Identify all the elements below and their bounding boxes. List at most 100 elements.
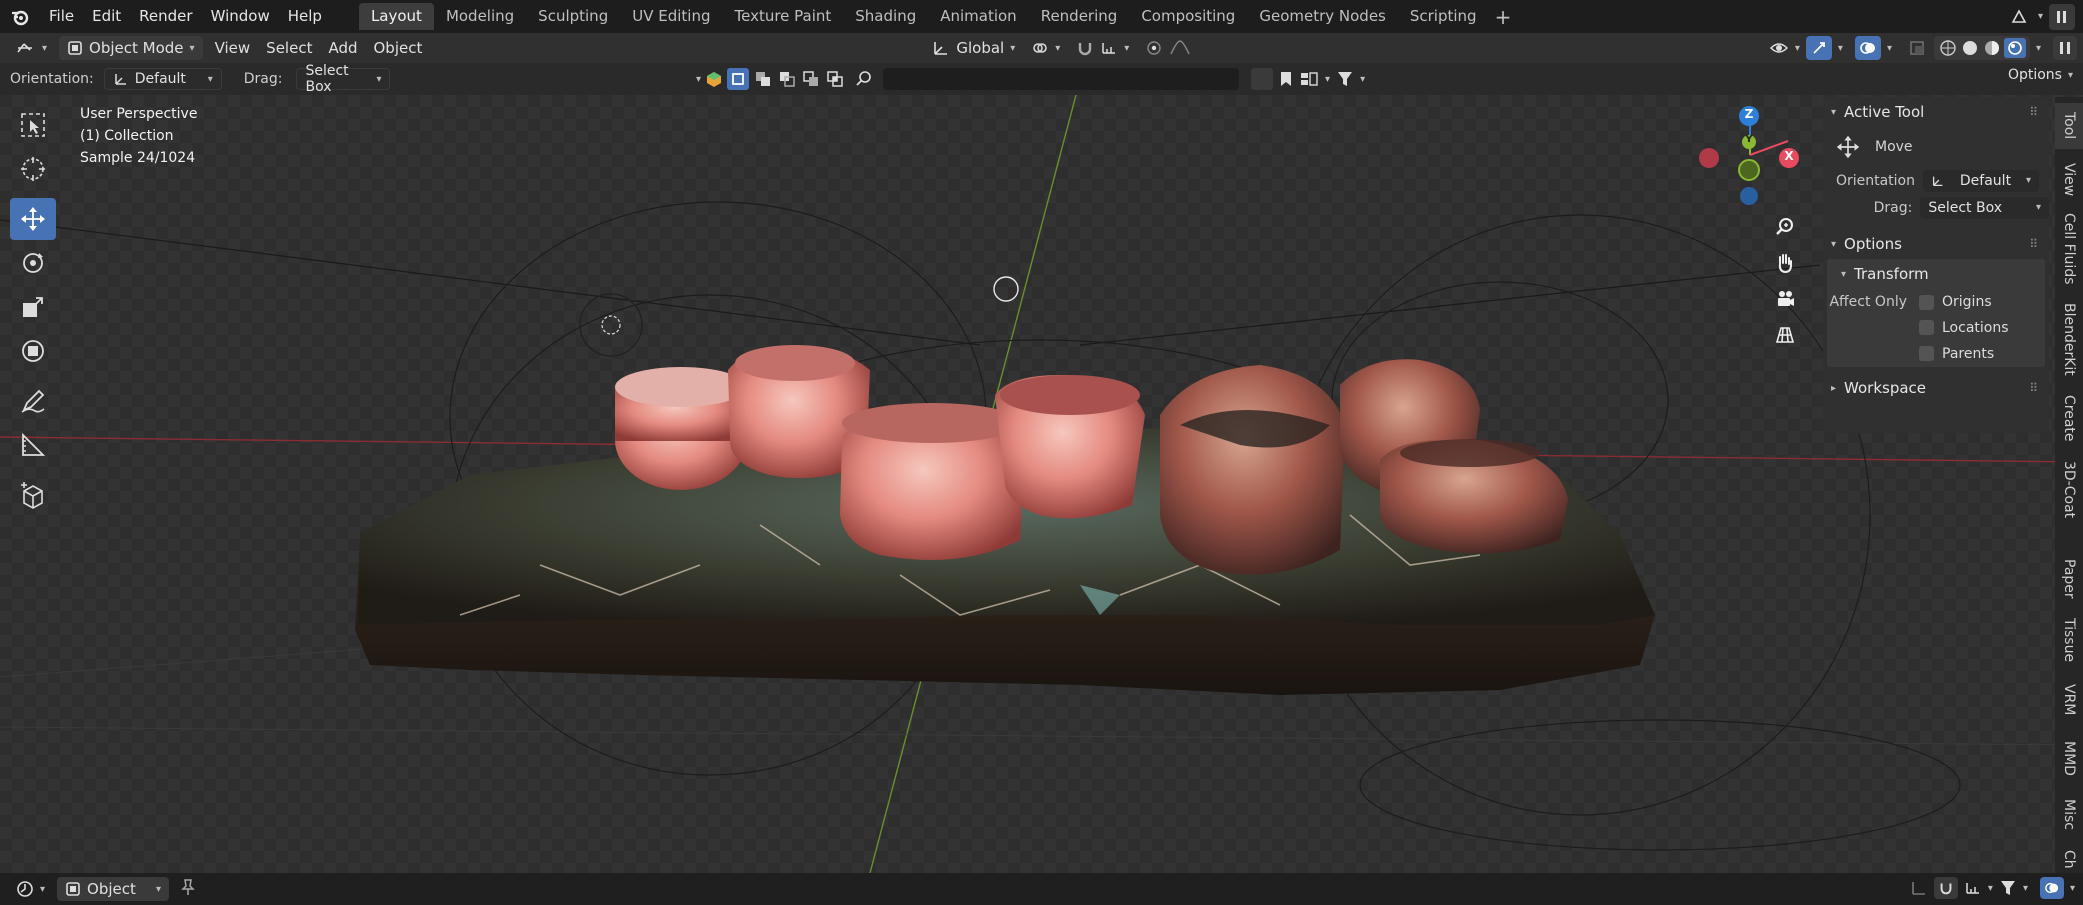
chevron-down-icon[interactable]: ▾ xyxy=(2038,11,2043,22)
menu-help[interactable]: Help xyxy=(279,0,331,33)
statusbar-snap-button[interactable] xyxy=(1933,877,1958,899)
tab-compositing[interactable]: Compositing xyxy=(1129,3,1247,30)
locations-checkbox[interactable] xyxy=(1919,320,1934,335)
workspace-panel-header[interactable]: ▸ Workspace ⠿ xyxy=(1823,373,2049,403)
tab-texture-paint[interactable]: Texture Paint xyxy=(722,3,843,30)
tab-rendering[interactable]: Rendering xyxy=(1029,3,1130,30)
snap-increment-icon[interactable] xyxy=(1964,879,1982,897)
chevron-down-icon[interactable]: ▾ xyxy=(696,74,701,85)
add-cube-tool[interactable] xyxy=(10,474,56,516)
rotate-tool[interactable] xyxy=(10,242,56,284)
material-shading-icon[interactable] xyxy=(1982,38,2002,58)
rendered-shading-button[interactable] xyxy=(2003,38,2026,58)
gizmo-toggle-button[interactable] xyxy=(1805,36,1832,60)
drag-grip-icon[interactable]: ⠿ xyxy=(2029,237,2039,251)
drag-dropdown[interactable]: Select Box ▾ xyxy=(296,63,391,95)
transform-subpanel-header[interactable]: ▾ Transform xyxy=(1827,259,2045,289)
transform-tool[interactable] xyxy=(10,330,56,372)
filter-icon[interactable] xyxy=(1336,70,1354,88)
tab-modeling[interactable]: Modeling xyxy=(434,3,526,30)
editor-type-button[interactable]: ▾ xyxy=(8,877,53,901)
editor-type-button[interactable]: ▾ xyxy=(8,36,55,60)
sidebar-tab-tool[interactable]: Tool xyxy=(2055,103,2083,149)
camera-view-button[interactable] xyxy=(1769,283,1801,315)
search-input[interactable] xyxy=(883,68,1240,90)
wireframe-shading-icon[interactable] xyxy=(1938,38,1958,58)
gizmo-neg-y-axis[interactable] xyxy=(1738,159,1760,181)
tab-scripting[interactable]: Scripting xyxy=(1398,3,1489,30)
chevron-down-icon[interactable]: ▾ xyxy=(2023,883,2028,894)
origins-checkbox[interactable] xyxy=(1919,294,1934,310)
select-mode-set-button[interactable] xyxy=(727,68,750,90)
menu-view[interactable]: View xyxy=(207,36,259,60)
tab-layout[interactable]: Layout xyxy=(358,3,434,30)
overlays-toggle-button[interactable] xyxy=(1854,36,1881,60)
cursor-tool[interactable] xyxy=(10,148,56,190)
sidebar-tab-misc[interactable]: Misc xyxy=(2055,791,2083,837)
statusbar-overlays-button[interactable] xyxy=(2039,877,2064,899)
measure-tool[interactable] xyxy=(10,424,56,466)
menu-window[interactable]: Window xyxy=(202,0,279,33)
gizmo-neg-z-axis[interactable] xyxy=(1740,187,1758,205)
filter-toggle-button[interactable] xyxy=(1251,68,1274,90)
proportional-editing-button[interactable] xyxy=(1137,36,1199,60)
orientation-dropdown[interactable]: Default ▾ xyxy=(103,68,222,90)
chevron-down-icon[interactable]: ▾ xyxy=(1325,74,1330,85)
pan-button[interactable] xyxy=(1769,247,1801,279)
snap-button[interactable]: ▾ xyxy=(1068,36,1137,60)
select-subtract-icon[interactable] xyxy=(777,69,797,89)
statusbar-mode-dropdown[interactable]: Object ▾ xyxy=(57,877,170,901)
tab-animation[interactable]: Animation xyxy=(928,3,1028,30)
sidebar-tab-mmd[interactable]: MMD xyxy=(2055,733,2083,783)
chevron-down-icon[interactable]: ▾ xyxy=(1795,43,1800,54)
sidebar-orientation-dropdown[interactable]: Default ▾ xyxy=(1923,169,2039,192)
drag-grip-icon[interactable]: ⠿ xyxy=(2029,381,2039,395)
menu-add[interactable]: Add xyxy=(320,36,365,60)
annotate-tool[interactable] xyxy=(10,380,56,422)
display-mode-icon[interactable] xyxy=(1299,70,1319,88)
move-tool[interactable] xyxy=(10,198,56,240)
pivot-point-button[interactable]: ▾ xyxy=(1023,36,1068,60)
3d-viewport[interactable]: User Perspective (1) Collection Sample 2… xyxy=(0,95,2083,873)
select-box-tool[interactable] xyxy=(10,104,56,146)
options-dropdown[interactable]: Options ▾ xyxy=(2008,67,2073,83)
parents-checkbox-row[interactable]: Parents xyxy=(1919,346,1994,362)
tab-uv-editing[interactable]: UV Editing xyxy=(620,3,722,30)
select-intersect-icon[interactable] xyxy=(825,69,845,89)
tab-geometry-nodes[interactable]: Geometry Nodes xyxy=(1247,3,1398,30)
zoom-button[interactable] xyxy=(1769,211,1801,243)
sidebar-tab-3d-coat[interactable]: 3D-Coat xyxy=(2055,455,2083,525)
chevron-down-icon[interactable]: ▾ xyxy=(1838,43,1843,54)
sidebar-tab-view[interactable]: View xyxy=(2055,157,2083,203)
tab-sculpting[interactable]: Sculpting xyxy=(526,3,620,30)
sidebar-toggle-button[interactable] xyxy=(2053,36,2077,60)
object-type-filter-icon[interactable] xyxy=(705,70,723,88)
scene-icon[interactable] xyxy=(2006,4,2032,30)
origins-checkbox-row[interactable]: Origins xyxy=(1919,294,1992,310)
visibility-icon[interactable] xyxy=(1769,39,1789,57)
chevron-down-icon[interactable]: ▾ xyxy=(1887,43,1892,54)
locations-checkbox-row[interactable]: Locations xyxy=(1919,320,2009,336)
mode-dropdown[interactable]: Object Mode ▾ xyxy=(59,36,203,60)
solid-shading-icon[interactable] xyxy=(1960,38,1980,58)
sidebar-drag-dropdown[interactable]: Select Box ▾ xyxy=(1920,196,2049,219)
sidebar-tab-vrm[interactable]: VRM xyxy=(2055,677,2083,723)
menu-object[interactable]: Object xyxy=(366,36,431,60)
xray-toggle-button[interactable] xyxy=(1906,37,1928,59)
drag-grip-icon[interactable]: ⠿ xyxy=(2029,105,2039,119)
sidebar-tab-tissue[interactable]: Tissue xyxy=(2055,611,2083,669)
active-tool-row[interactable]: Move xyxy=(1823,127,2049,167)
select-invert-icon[interactable] xyxy=(801,69,821,89)
tab-shading[interactable]: Shading xyxy=(843,3,928,30)
add-workspace-icon[interactable]: + xyxy=(1489,5,1518,29)
pin-icon[interactable] xyxy=(179,878,197,900)
sidebar-tab-paper[interactable]: Paper xyxy=(2055,553,2083,605)
view-layer-icon[interactable] xyxy=(2049,3,2075,30)
menu-select[interactable]: Select xyxy=(258,36,320,60)
chevron-down-icon[interactable]: ▾ xyxy=(2036,43,2041,54)
select-extend-icon[interactable] xyxy=(753,69,773,89)
orientation-axes-icon[interactable] xyxy=(1910,879,1928,897)
sidebar-tab-blenderkit[interactable]: BlenderKit xyxy=(2055,297,2083,381)
menu-file[interactable]: File xyxy=(40,0,83,33)
gizmo-neg-x-axis[interactable] xyxy=(1699,148,1719,168)
